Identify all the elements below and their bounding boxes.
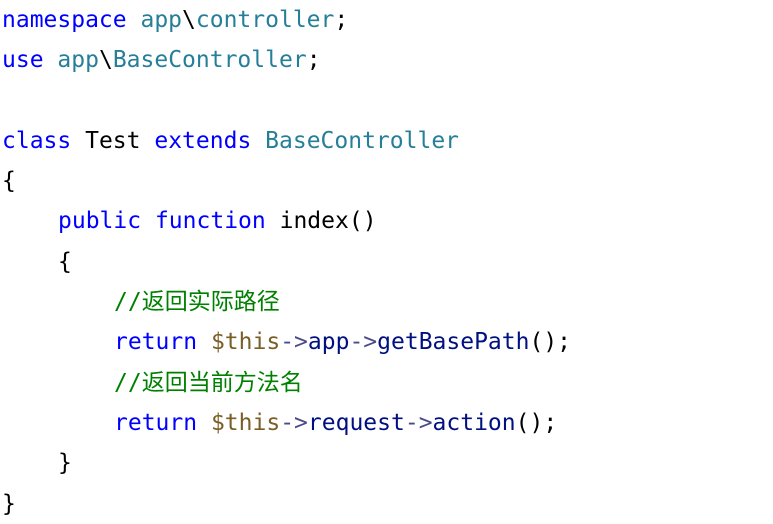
code-punctuation: { [2, 168, 16, 195]
code-type-name: app [140, 7, 183, 33]
code-line: { [2, 242, 773, 282]
code-punctuation: (); [529, 329, 572, 356]
code-punctuation: } [2, 490, 16, 517]
code-text: \ [98, 47, 113, 74]
code-keyword: return [114, 329, 198, 356]
code-text: Test [85, 127, 141, 154]
code-keyword: extends [154, 127, 252, 154]
code-variable: $this [210, 329, 281, 356]
code-line: use app\BaseController; [2, 40, 773, 80]
code-punctuation: { [58, 248, 72, 275]
code-line: //返回当前方法名 [2, 363, 773, 403]
code-line: { [2, 161, 773, 201]
code-line: } [2, 484, 773, 524]
code-keyword: public [58, 208, 142, 235]
code-line: return $this->request->action(); [2, 403, 773, 443]
code-punctuation: (); [515, 409, 558, 436]
code-line: public function index() [2, 201, 773, 241]
code-operator: -> [404, 409, 433, 436]
code-keyword: return [114, 409, 198, 436]
code-type-name: app [57, 47, 99, 74]
code-comment: //返回当前方法名 [114, 369, 303, 396]
code-member: app [307, 329, 350, 356]
code-line: class Test extends BaseController [2, 121, 773, 161]
code-line: } [2, 443, 773, 483]
code-text: \ [182, 7, 196, 33]
code-member: request [307, 409, 405, 436]
code-punctuation: } [58, 450, 72, 477]
code-keyword: namespace [2, 7, 127, 33]
code-block: namespace app\controller; use app\BaseCon… [2, 0, 773, 524]
code-comment: //返回实际路径 [114, 289, 280, 316]
code-punctuation: () [348, 208, 377, 235]
code-line: namespace app\controller; [2, 0, 773, 40]
code-type-name: BaseController [265, 127, 460, 154]
code-type-name: BaseController [112, 47, 307, 74]
code-member: action [432, 409, 516, 436]
code-keyword: use [2, 47, 44, 74]
code-line: return $this->app->getBasePath(); [2, 322, 773, 362]
code-punctuation: ; [334, 7, 349, 33]
code-keyword: class [2, 127, 72, 154]
code-operator: -> [349, 329, 378, 356]
code-variable: $this [210, 409, 281, 436]
code-member: getBasePath [377, 329, 530, 356]
code-line: //返回实际路径 [2, 282, 773, 322]
code-operator: -> [280, 409, 308, 436]
code-keyword: function [154, 208, 266, 235]
code-punctuation: ; [306, 47, 321, 74]
code-text: index [279, 208, 349, 235]
code-type-name: controller [195, 7, 335, 33]
code-operator: -> [280, 329, 308, 356]
